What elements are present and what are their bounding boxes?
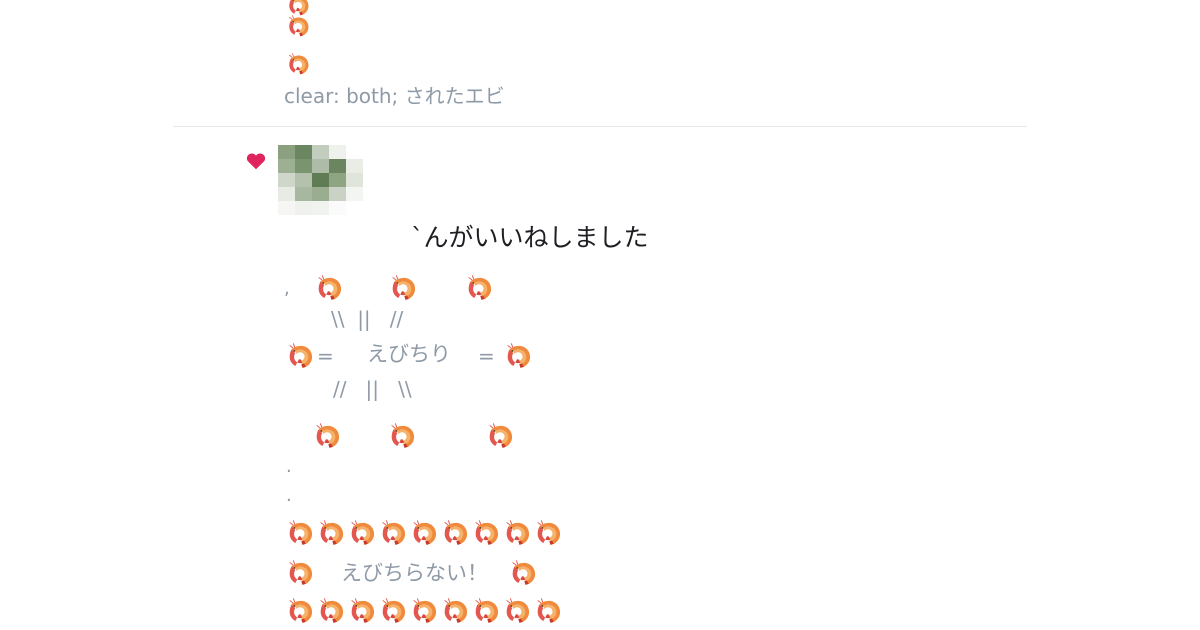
shrimp-icon	[504, 598, 532, 626]
shrimp-icon	[318, 520, 346, 548]
art-lines-top: \\ || //	[331, 307, 404, 331]
art-center-text: えびちり	[367, 342, 451, 366]
shrimp-icon	[287, 598, 315, 626]
art-eq-right: =	[478, 344, 495, 368]
shrimp-icon	[535, 520, 563, 548]
art-dot: .	[286, 456, 292, 477]
shrimp-icon	[316, 275, 344, 303]
shrimp-icon	[287, 53, 311, 77]
banner-text: えびちらない！	[341, 561, 488, 585]
separator	[173, 126, 1027, 127]
post-caption: clear: both; されたエビ	[284, 84, 505, 108]
art-comma: ,	[284, 278, 290, 299]
shrimp-icon	[349, 598, 377, 626]
shrimp-icon	[389, 423, 417, 451]
shrimp-icon	[380, 520, 408, 548]
art-lines-bottom: // || \\	[333, 377, 412, 401]
shrimp-icon	[390, 275, 418, 303]
shrimp-icon	[287, 15, 311, 39]
shrimp-icon	[287, 560, 315, 588]
shrimp-icon	[442, 598, 470, 626]
shrimp-icon	[504, 520, 532, 548]
shrimp-icon	[473, 598, 501, 626]
notification-message: ˋんがいいねしました	[411, 223, 649, 252]
shrimp-icon	[380, 598, 408, 626]
shrimp-icon	[535, 598, 563, 626]
shrimp-icon	[349, 520, 377, 548]
art-dot: .	[286, 485, 292, 506]
shrimp-icon	[318, 598, 346, 626]
shrimp-icon	[510, 560, 538, 588]
shrimp-icon	[411, 520, 439, 548]
shrimp-icon	[466, 275, 494, 303]
shrimp-icon	[505, 343, 533, 371]
shrimp-icon	[442, 520, 470, 548]
shrimp-icon	[411, 598, 439, 626]
heart-icon	[246, 153, 266, 170]
shrimp-icon	[314, 423, 342, 451]
avatar[interactable]	[278, 145, 382, 215]
art-eq-left: =	[317, 344, 334, 368]
shrimp-icon	[287, 343, 315, 371]
timeline-screen: clear: both; されたエビ ˋんがいいねしました , \\ || //…	[0, 0, 1200, 630]
shrimp-icon	[473, 520, 501, 548]
shrimp-icon	[287, 520, 315, 548]
shrimp-icon	[487, 423, 515, 451]
